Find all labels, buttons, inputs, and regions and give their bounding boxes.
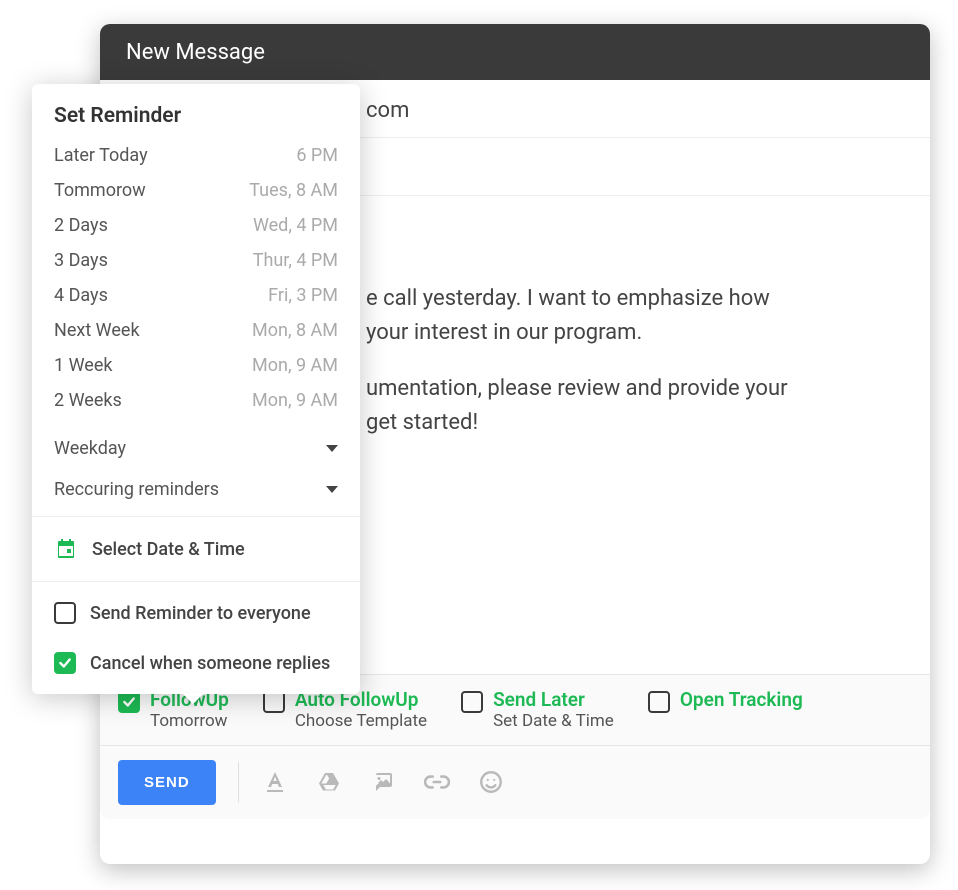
window-titlebar: New Message bbox=[100, 24, 930, 80]
formatting-icon[interactable] bbox=[261, 768, 289, 796]
body-line-2: your interest in our program. bbox=[366, 320, 642, 345]
reminder-item-1-week[interactable]: 1 Week Mon, 9 AM bbox=[54, 348, 338, 383]
send-everyone-checkbox[interactable] bbox=[54, 602, 76, 624]
popover-divider bbox=[32, 581, 360, 582]
select-date-time[interactable]: Select Date & Time bbox=[32, 523, 360, 575]
reminder-item-2-days[interactable]: 2 Days Wed, 4 PM bbox=[54, 208, 338, 243]
cancel-when-replies[interactable]: Cancel when someone replies bbox=[32, 638, 360, 694]
reminder-item-4-days[interactable]: 4 Days Fri, 3 PM bbox=[54, 278, 338, 313]
reminder-preset-list: Later Today 6 PM Tommorow Tues, 8 AM 2 D… bbox=[32, 134, 360, 428]
followup-sub: Tomorrow bbox=[150, 711, 229, 731]
send-button[interactable]: SEND bbox=[118, 760, 216, 805]
send-later-sub: Set Date & Time bbox=[493, 711, 614, 731]
drive-icon[interactable] bbox=[315, 768, 343, 796]
chevron-down-icon bbox=[326, 486, 338, 493]
chevron-down-icon bbox=[326, 445, 338, 452]
send-toolbar: SEND bbox=[100, 745, 930, 819]
auto-followup-option[interactable]: Auto FollowUp Choose Template bbox=[263, 689, 427, 731]
send-later-option[interactable]: Send Later Set Date & Time bbox=[461, 689, 614, 731]
window-title: New Message bbox=[126, 40, 265, 65]
calendar-icon bbox=[54, 537, 78, 561]
link-icon[interactable] bbox=[423, 768, 451, 796]
auto-followup-sub: Choose Template bbox=[295, 711, 427, 731]
body-line-1: e call yesterday. I want to emphasize ho… bbox=[366, 286, 770, 311]
open-tracking-label: Open Tracking bbox=[680, 689, 803, 711]
reminder-popover-title: Set Reminder bbox=[32, 84, 360, 134]
open-tracking-checkbox[interactable] bbox=[648, 691, 670, 713]
followup-option[interactable]: FollowUp Tomorrow bbox=[118, 689, 229, 731]
auto-followup-checkbox[interactable] bbox=[263, 691, 285, 713]
image-icon[interactable] bbox=[369, 768, 397, 796]
open-tracking-option[interactable]: Open Tracking bbox=[648, 689, 803, 713]
weekday-dropdown[interactable]: Weekday bbox=[32, 428, 360, 469]
send-later-checkbox[interactable] bbox=[461, 691, 483, 713]
reminder-popover: Set Reminder Later Today 6 PM Tommorow T… bbox=[32, 84, 360, 694]
send-later-label: Send Later bbox=[493, 689, 614, 711]
reminder-item-tomorrow[interactable]: Tommorow Tues, 8 AM bbox=[54, 173, 338, 208]
body-line-3: umentation, please review and provide yo… bbox=[366, 376, 788, 401]
reminder-item-later-today[interactable]: Later Today 6 PM bbox=[54, 138, 338, 173]
reminder-item-next-week[interactable]: Next Week Mon, 8 AM bbox=[54, 313, 338, 348]
cancel-on-reply-checkbox[interactable] bbox=[54, 652, 76, 674]
send-reminder-everyone[interactable]: Send Reminder to everyone bbox=[32, 588, 360, 638]
popover-divider bbox=[32, 516, 360, 517]
reminder-item-3-days[interactable]: 3 Days Thur, 4 PM bbox=[54, 243, 338, 278]
body-line-4: get started! bbox=[366, 410, 478, 435]
followup-checkbox[interactable] bbox=[118, 691, 140, 713]
emoji-icon[interactable] bbox=[477, 768, 505, 796]
recurring-dropdown[interactable]: Reccuring reminders bbox=[32, 469, 360, 510]
toolbar-divider bbox=[238, 762, 239, 802]
reminder-item-2-weeks[interactable]: 2 Weeks Mon, 9 AM bbox=[54, 383, 338, 418]
